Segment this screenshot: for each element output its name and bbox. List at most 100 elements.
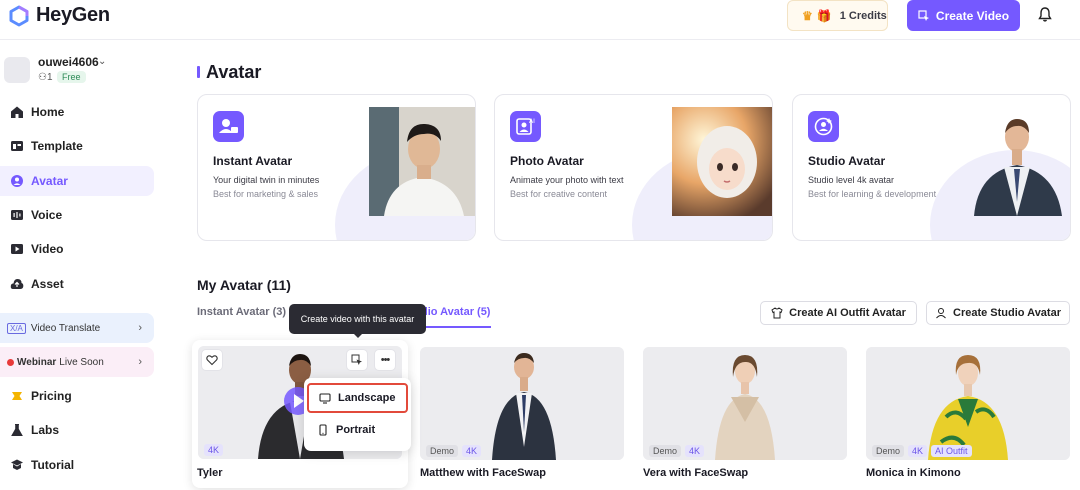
chevron-down-icon[interactable]: ⌄ <box>98 56 106 67</box>
sidebar-item-tutorial[interactable]: Tutorial <box>0 450 154 480</box>
chevron-right-icon: › <box>138 356 142 368</box>
tab-instant-avatar[interactable]: Instant Avatar (3) <box>197 306 286 318</box>
sidebar-item-labs[interactable]: Labs <box>0 415 154 445</box>
sidebar-item-label: Voice <box>31 208 63 222</box>
sidebar-item-label: Avatar <box>31 174 68 188</box>
sidebar-item-pricing[interactable]: Pricing <box>0 381 154 411</box>
avatar-tags: Demo 4K <box>649 445 708 457</box>
avatar-name: Matthew with FaceSwap <box>420 467 546 479</box>
menu-item-label: Portrait <box>336 424 376 436</box>
template-icon <box>11 141 23 151</box>
menu-item-landscape[interactable]: Landscape <box>307 383 408 413</box>
create-studio-avatar-button[interactable]: Create Studio Avatar <box>926 301 1070 325</box>
promo-label: Video Translate <box>30 322 101 334</box>
translate-icon: X/A <box>7 322 26 334</box>
sidebar-item-avatar[interactable]: Avatar <box>0 166 154 196</box>
cursor-icon <box>351 354 362 365</box>
sidebar-item-template[interactable]: Template <box>0 131 154 161</box>
user-name[interactable]: ouwei4606 <box>38 55 99 69</box>
phone-icon <box>319 424 327 436</box>
sidebar-item-asset[interactable]: Asset <box>0 269 154 299</box>
labs-icon <box>11 424 23 436</box>
tag-4k: 4K <box>204 444 224 456</box>
avatar-thumbnail-monica[interactable]: Demo 4K AI Outfit <box>866 347 1070 460</box>
card-title: Studio Avatar <box>808 154 886 168</box>
app-name[interactable]: HeyGen <box>36 4 110 27</box>
my-avatar-heading: My Avatar (11) <box>197 277 291 293</box>
instant-avatar-icon <box>213 111 244 142</box>
plan-badge: Free <box>57 71 86 83</box>
tag-demo: Demo <box>649 445 682 457</box>
promo-label: Live Soon <box>59 356 104 368</box>
more-options-button[interactable]: ••• <box>374 349 396 371</box>
sidebar-item-voice[interactable]: Voice <box>0 200 154 230</box>
title-accent-bar <box>197 66 200 78</box>
video-translate-promo[interactable]: X/A Video Translate › <box>0 313 154 343</box>
tag-4k: 4K <box>685 445 705 457</box>
more-icon: ••• <box>380 354 391 366</box>
voice-icon <box>11 210 23 220</box>
create-video-with-avatar-button[interactable] <box>346 349 368 371</box>
people-icon: ⚇ <box>38 72 47 83</box>
avatar-tags: 4K <box>204 444 227 456</box>
sidebar-item-label: Tutorial <box>31 458 75 472</box>
tag-4k: 4K <box>908 445 928 457</box>
sidebar-item-video[interactable]: Video <box>0 234 154 264</box>
promo-label-bold: Webinar <box>17 356 57 368</box>
avatar-name: Tyler <box>197 467 223 479</box>
crown-icon: ♛ <box>802 8 813 23</box>
create-video-label: Create Video <box>935 8 1010 23</box>
card-title: Instant Avatar <box>213 154 293 168</box>
card-note: Best for marketing & sales <box>213 189 319 199</box>
menu-item-portrait[interactable]: Portrait <box>307 415 408 445</box>
create-video-button[interactable]: Create Video <box>907 0 1020 31</box>
bell-icon[interactable] <box>1036 6 1054 24</box>
studio-avatar-image <box>964 107 1070 216</box>
cursor-icon <box>918 9 929 21</box>
card-subtitle: Your digital twin in minutes <box>213 175 320 185</box>
member-count: ⚇1 <box>38 72 53 83</box>
live-dot-icon <box>7 358 14 366</box>
favorite-button[interactable] <box>201 349 223 371</box>
svg-text:AI: AI <box>529 118 535 125</box>
gift-icon: 🎁 <box>816 8 832 23</box>
sidebar-item-label: Video <box>31 242 64 256</box>
card-subtitle: Studio level 4k avatar <box>808 175 895 185</box>
avatar-thumbnail-matthew[interactable]: Demo 4K <box>420 347 624 460</box>
avatar-tags: Demo 4K AI Outfit <box>872 445 976 457</box>
credits-badge[interactable]: ♛ 🎁 1 Credits <box>787 0 888 31</box>
sidebar-item-label: Asset <box>31 277 64 291</box>
avatar-name: Vera with FaceSwap <box>643 467 749 479</box>
active-tab-underline <box>421 326 491 328</box>
person-icon <box>936 308 946 319</box>
credits-label: 1 Credits <box>839 9 887 22</box>
orientation-menu: Landscape Portrait <box>304 378 411 451</box>
user-avatar[interactable] <box>4 57 30 83</box>
avatar-thumbnail-vera[interactable]: Demo 4K <box>643 347 847 460</box>
heygen-logo-icon[interactable] <box>8 5 30 27</box>
sidebar-item-label: Labs <box>31 423 60 437</box>
card-title: Photo Avatar <box>510 154 584 168</box>
pricing-icon <box>12 392 22 400</box>
create-ai-outfit-avatar-button[interactable]: Create AI Outfit Avatar <box>760 301 917 325</box>
sidebar-item-home[interactable]: Home <box>0 97 154 127</box>
page-title: Avatar <box>206 62 262 82</box>
webinar-promo[interactable]: Webinar Live Soon › <box>0 347 154 377</box>
sidebar-item-label: Home <box>31 105 65 119</box>
photo-avatar-image <box>672 107 772 216</box>
studio-avatar-card[interactable]: Studio Avatar Studio level 4k avatar Bes… <box>792 94 1071 241</box>
instant-avatar-image <box>369 107 475 216</box>
card-note: Best for learning & development <box>808 189 937 199</box>
tab-studio-avatar[interactable]: dio Avatar (5) <box>421 306 490 318</box>
photo-avatar-card[interactable]: AI Photo Avatar Animate your photo with … <box>494 94 773 241</box>
tag-4k: 4K <box>462 445 482 457</box>
home-icon <box>11 106 23 118</box>
studio-avatar-icon <box>808 111 839 142</box>
sidebar-item-label: Template <box>31 139 83 153</box>
tag-ai-outfit: AI Outfit <box>931 445 972 457</box>
tag-demo: Demo <box>872 445 905 457</box>
button-label: Create AI Outfit Avatar <box>789 307 906 319</box>
card-subtitle: Animate your photo with text <box>510 175 624 185</box>
avatar-name: Monica in Kimono <box>866 467 961 479</box>
instant-avatar-card[interactable]: Instant Avatar Your digital twin in minu… <box>197 94 476 241</box>
